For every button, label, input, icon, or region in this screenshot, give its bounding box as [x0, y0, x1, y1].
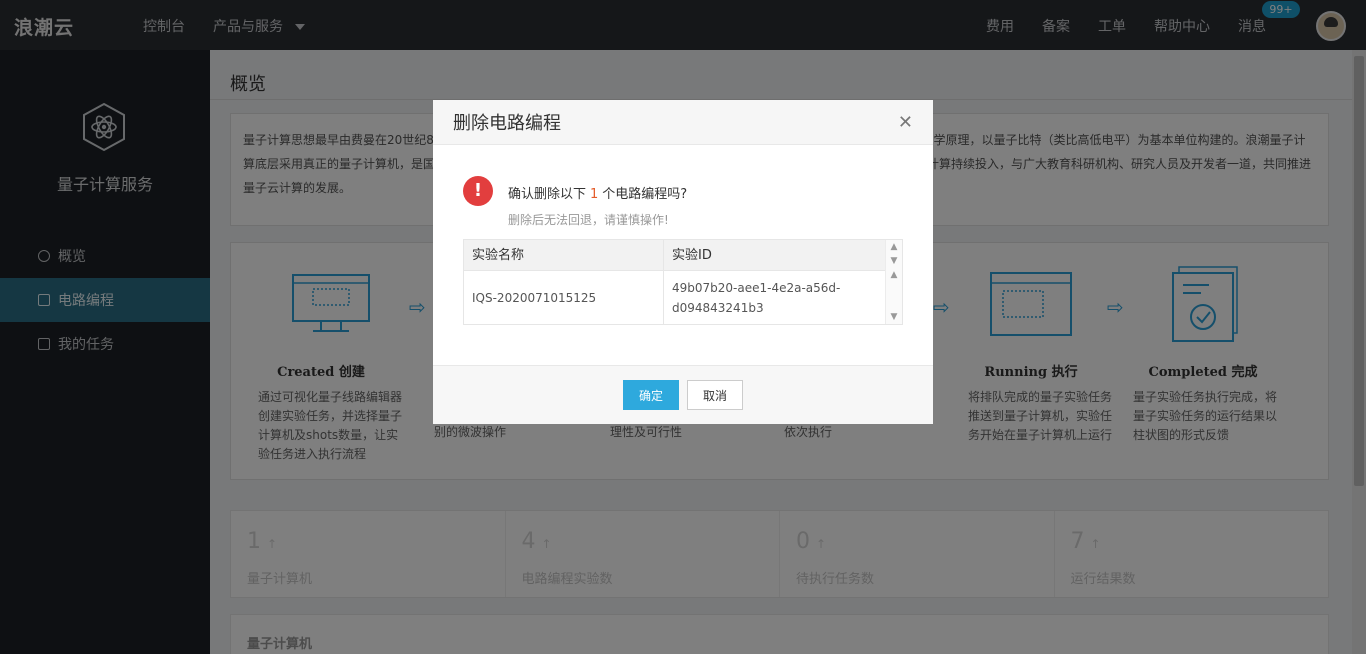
- confirm-button[interactable]: 确定: [623, 380, 679, 410]
- delete-dialog: 删除电路编程 ✕ ! 确认删除以下 1 个电路编程吗? 删除后无法回退，请谨慎操作!…: [433, 100, 933, 424]
- chevron-down-icon[interactable]: ▼: [886, 310, 902, 324]
- cancel-button[interactable]: 取消: [687, 380, 743, 410]
- dialog-header: 删除电路编程 ✕: [433, 100, 933, 145]
- column-header-id: 实验ID: [672, 248, 712, 263]
- experiment-table: 实验名称 实验ID IQS-2020071015125 49b07b20-aee…: [463, 239, 903, 325]
- chevron-down-icon[interactable]: ▼: [886, 254, 902, 268]
- dialog-title: 删除电路编程: [453, 113, 561, 134]
- warning-subtext: 删除后无法回退，请谨慎操作!: [508, 213, 669, 227]
- cell-experiment-id: 49b07b20-aee1-4e2a-a56d-d094843241b3: [672, 281, 841, 315]
- delete-count: 1: [590, 187, 599, 202]
- dialog-footer: 确定 取消: [433, 365, 933, 424]
- confirm-message: 确认删除以下 1 个电路编程吗?: [508, 183, 687, 202]
- table-scrollbar[interactable]: ▲ ▼ ▲ ▼: [885, 240, 902, 324]
- table-header: 实验名称 实验ID: [464, 240, 902, 271]
- warning-icon: !: [463, 176, 493, 206]
- cell-experiment-name: IQS-2020071015125: [464, 271, 664, 325]
- close-icon[interactable]: ✕: [898, 112, 913, 133]
- confirm-suffix: 个电路编程吗?: [602, 187, 688, 202]
- confirm-prefix: 确认删除以下: [508, 187, 587, 202]
- chevron-up-icon[interactable]: ▲: [886, 268, 902, 282]
- table-row: IQS-2020071015125 49b07b20-aee1-4e2a-a56…: [464, 271, 902, 325]
- column-header-name: 实验名称: [464, 240, 664, 270]
- chevron-up-icon[interactable]: ▲: [886, 240, 902, 254]
